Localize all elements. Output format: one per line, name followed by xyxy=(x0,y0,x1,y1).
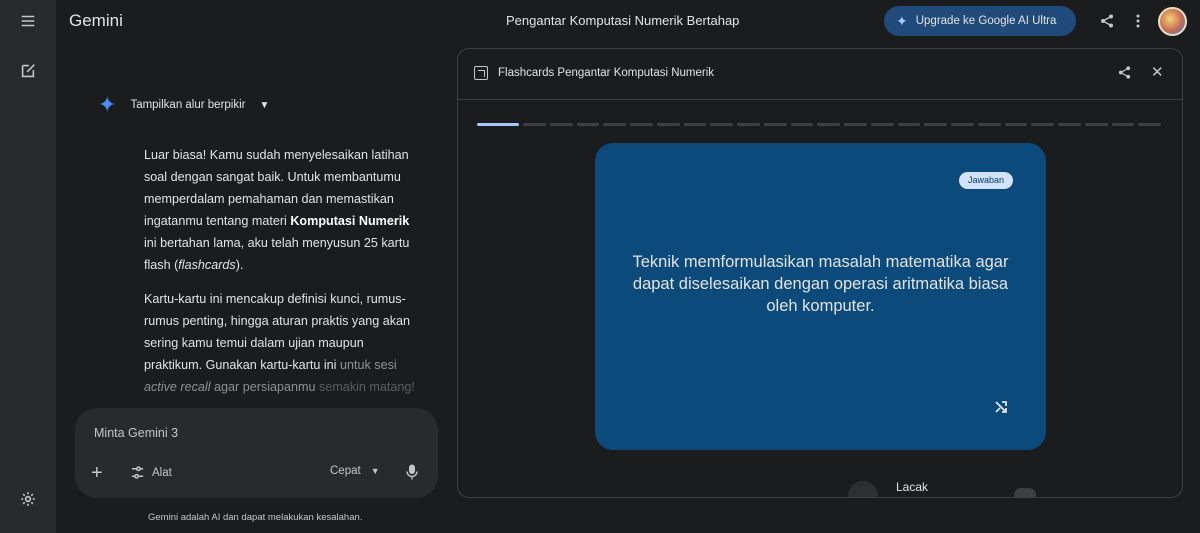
upgrade-label: Upgrade ke Google AI Ultra xyxy=(915,15,1057,27)
conversation-title[interactable]: Pengantar Komputasi Numerik Bertahap xyxy=(506,13,739,28)
assistant-message: Luar biasa! Kamu sudah menyelesaikan lat… xyxy=(144,144,422,410)
progress-segment xyxy=(817,123,841,126)
model-mode-select[interactable]: Cepat ▼ xyxy=(330,465,380,477)
progress-segment xyxy=(477,123,520,126)
sparkle-icon: ✦ xyxy=(896,12,908,29)
new-chat-icon[interactable] xyxy=(18,61,38,81)
progress-segment xyxy=(951,123,974,126)
disclaimer-text: Gemini adalah AI dan dapat melakukan kes… xyxy=(148,512,363,523)
chat-scroll[interactable]: ✦ Tampilkan alur berpikir ▼ Luar biasa! … xyxy=(56,42,456,410)
tools-button[interactable]: Alat xyxy=(130,465,172,480)
mode-label: Cepat xyxy=(330,465,361,477)
share-icon[interactable] xyxy=(1098,12,1116,30)
progress-segment xyxy=(763,123,787,126)
chevron-down-icon: ▼ xyxy=(259,99,270,111)
card-progress-bar xyxy=(477,123,1162,126)
progress-segment xyxy=(924,123,948,126)
add-attachment-icon[interactable]: + xyxy=(91,460,103,486)
upgrade-button[interactable]: ✦ Upgrade ke Google AI Ultra xyxy=(884,6,1076,36)
tools-label: Alat xyxy=(152,466,172,479)
progress-segment xyxy=(523,123,546,126)
progress-segment xyxy=(977,123,1001,126)
settings-icon[interactable] xyxy=(18,489,38,509)
progress-segment xyxy=(656,123,680,126)
chat-area: ✦ Tampilkan alur berpikir ▼ Luar biasa! … xyxy=(56,42,456,533)
progress-segment xyxy=(1084,123,1108,126)
prompt-input[interactable]: Minta Gemini 3 xyxy=(94,426,178,440)
tools-icon xyxy=(131,466,144,479)
progress-segment xyxy=(790,123,814,126)
message-paragraph: Kartu-kartu ini mencakup definisi kunci,… xyxy=(144,292,415,394)
top-bar: Gemini Pengantar Komputasi Numerik Berta… xyxy=(56,0,1200,42)
chevron-down-icon: ▼ xyxy=(370,466,380,476)
progress-segment xyxy=(897,123,921,126)
track-toggle[interactable] xyxy=(1014,488,1036,497)
progress-segment xyxy=(870,123,894,126)
track-label: Lacak xyxy=(896,480,929,494)
progress-segment xyxy=(1138,123,1162,126)
panel-title: Flashcards Pengantar Komputasi Numerik xyxy=(498,67,715,79)
thinking-label: Tampilkan alur berpikir xyxy=(130,99,246,111)
share-icon[interactable] xyxy=(1117,65,1133,81)
close-icon[interactable]: ✕ xyxy=(1151,64,1164,82)
microphone-icon[interactable] xyxy=(405,464,421,482)
progress-segment xyxy=(1111,123,1135,126)
progress-segment xyxy=(1031,123,1055,126)
shuffle-icon[interactable] xyxy=(994,400,1008,414)
nav-previous-button[interactable] xyxy=(848,481,878,497)
progress-segment xyxy=(1004,123,1028,126)
progress-segment xyxy=(683,123,707,126)
menu-icon[interactable] xyxy=(18,11,38,31)
show-thinking-toggle[interactable]: ✦ Tampilkan alur berpikir ▼ xyxy=(98,94,269,116)
side-rail xyxy=(0,0,56,533)
avatar[interactable] xyxy=(1158,7,1187,36)
progress-segment xyxy=(576,123,600,126)
progress-segment xyxy=(737,123,760,126)
gemini-star-icon: ✦ xyxy=(98,92,117,117)
panel-header: Flashcards Pengantar Komputasi Numerik ✕ xyxy=(458,49,1182,100)
progress-segment xyxy=(603,123,627,126)
progress-segment xyxy=(1058,123,1081,126)
flashcard-text: Teknik memformulasikan masalah matematik… xyxy=(632,253,1009,315)
answer-badge: Jawaban xyxy=(959,172,1014,189)
progress-segment xyxy=(710,123,734,126)
flashcards-panel: Flashcards Pengantar Komputasi Numerik ✕… xyxy=(457,48,1183,498)
card-controls: Lacak xyxy=(458,474,1182,497)
progress-segment xyxy=(630,123,653,126)
flashcard-deck-icon xyxy=(474,66,488,80)
progress-segment xyxy=(549,123,573,126)
prompt-composer[interactable]: Minta Gemini 3 + Alat Cepat ▼ xyxy=(75,408,438,498)
message-paragraph: Luar biasa! Kamu sudah menyelesaikan lat… xyxy=(144,148,410,272)
more-options-icon[interactable] xyxy=(1129,12,1147,30)
flashcard[interactable]: Jawaban Teknik memformulasikan masalah m… xyxy=(595,143,1046,450)
progress-segment xyxy=(844,123,867,126)
brand-logo[interactable]: Gemini xyxy=(69,11,123,31)
